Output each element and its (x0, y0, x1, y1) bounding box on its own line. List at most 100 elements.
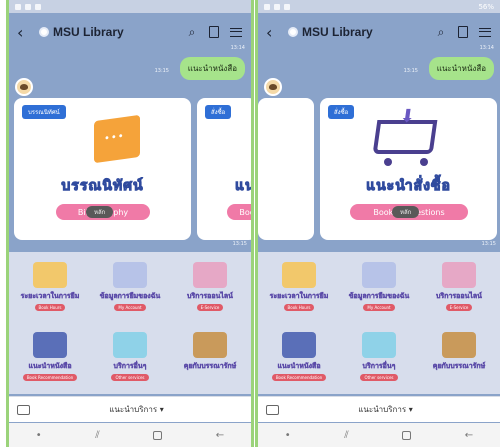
document-icon[interactable] (207, 25, 221, 39)
rich-menu-label: บริการอื่นๆ (362, 362, 396, 370)
card-title: แนะนำสั่งซื้อ (366, 178, 451, 195)
status-right: 56% (478, 2, 494, 11)
phone-screen-left: ‹ MSU Library ⌕ 13:14 13:15 แนะนำหนังสือ… (9, 0, 251, 447)
card-tag: สั่งซื้อ (328, 105, 355, 119)
rich-menu-item[interactable]: ระยะเวลาในการยืม Book Hours (11, 254, 89, 320)
search-icon[interactable]: ⌕ (434, 25, 448, 39)
bot-avatar[interactable] (15, 78, 33, 96)
rich-menu-item[interactable]: ข้อมูลการยืมของฉัน My Account (91, 254, 169, 320)
open-book-icon (33, 332, 67, 358)
back-icon[interactable]: ‹ (17, 23, 33, 42)
system-navbar: • ⫽ ← (9, 423, 251, 447)
carousel-card[interactable]: สั่งซื้อ แนะนำ Boo (197, 98, 251, 240)
rich-menu-item[interactable]: บริการอื่นๆ Other services (340, 324, 418, 390)
rich-menu-toggle[interactable]: แนะนำบริการ ▾ (30, 403, 243, 416)
rich-menu-sub: My Account (363, 304, 395, 311)
rich-menu-item[interactable]: บริการอื่นๆ Other services (91, 324, 169, 390)
card-tag: สั่งซื้อ (205, 105, 232, 119)
timestamp: 13:14 (230, 45, 245, 51)
rich-menu-sub: Other services (360, 374, 398, 381)
rich-menu-item[interactable]: แนะนำหนังสือ Book Recommendation (260, 324, 338, 390)
chat-header: ‹ MSU Library ⌕ (258, 13, 500, 51)
recent-icon[interactable]: ⫽ (344, 430, 348, 441)
home-icon[interactable] (402, 430, 412, 440)
search-icon[interactable]: ⌕ (185, 25, 199, 39)
rich-menu-item[interactable]: บริการออนไลน์ E-Service (420, 254, 498, 320)
rich-menu-sub: Book Recommendation (271, 374, 327, 381)
back-arrow-icon[interactable]: ← (465, 430, 473, 441)
home-icon[interactable] (153, 430, 163, 440)
rich-menu-label: แนะนำหนังสือ (277, 362, 321, 370)
chat-bottom-bar: แนะนำบริการ ▾ (9, 396, 251, 422)
rich-menu-label: แนะนำหนังสือ (28, 362, 72, 370)
rich-menu: ระยะเวลาในการยืม Book Hours ข้อมูลการยืม… (9, 252, 251, 394)
rich-menu-item[interactable]: ระยะเวลาในการยืม Book Hours (260, 254, 338, 320)
recent-icon[interactable]: ⫽ (95, 430, 99, 441)
rich-menu-label: ข้อมูลการยืมของฉัน (348, 292, 410, 300)
chat-header: ‹ MSU Library ⌕ (9, 13, 251, 51)
keyboard-icon[interactable] (266, 404, 279, 415)
rich-menu-label: คุยกับบรรณารักษ์ (432, 362, 486, 370)
rich-menu-label: ระยะเวลาในการยืม (20, 292, 80, 300)
carousel-card[interactable]: สั่งซื้อ แนะนำสั่งซื้อ Book Suggestions … (320, 98, 497, 240)
chat-bottom-bar: แนะนำบริการ ▾ (258, 396, 500, 422)
rich-menu-item[interactable]: คุยกับบรรณารักษ์ (171, 324, 249, 390)
rich-menu-label: บริการออนไลน์ (436, 292, 482, 300)
services-icon (362, 332, 396, 358)
rich-menu-sub: My Account (114, 304, 146, 311)
timestamp: 13:15 (481, 241, 496, 247)
rich-menu-sub: Book Hours (283, 304, 315, 311)
rich-menu-sub: Other services (111, 374, 149, 381)
card-action-button[interactable]: Boo (227, 204, 251, 220)
keyboard-icon[interactable] (17, 404, 30, 415)
rich-menu-sub: E-Service (196, 304, 224, 311)
rich-menu-item[interactable]: บริการออนไลน์ E-Service (171, 254, 249, 320)
lamp-icon (33, 262, 67, 288)
back-icon[interactable]: ‹ (266, 23, 282, 42)
system-navbar: • ⫽ ← (258, 423, 500, 447)
rich-menu-item[interactable]: คุยกับบรรณารักษ์ (420, 324, 498, 390)
rich-menu-item[interactable]: แนะนำหนังสือ Book Recommendation (11, 324, 89, 390)
chat-title: MSU Library (53, 25, 124, 39)
frame-border (251, 0, 254, 447)
rich-menu-label: บริการออนไลน์ (187, 292, 233, 300)
cart-icon (372, 120, 438, 154)
menu-icon[interactable] (229, 25, 243, 39)
menu-icon[interactable] (478, 25, 492, 39)
rich-menu-label: คุยกับบรรณารักษ์ (183, 362, 237, 370)
document-icon[interactable] (456, 25, 470, 39)
book-icon (94, 114, 140, 164)
main-menu-chip[interactable]: หลัก (392, 206, 420, 218)
services-icon (113, 332, 147, 358)
card-tag: บรรณนิทัศน์ (22, 105, 66, 119)
verified-icon (39, 27, 49, 37)
card-title: บรรณนิทัศน์ (61, 178, 144, 195)
dot-icon[interactable]: • (36, 430, 42, 441)
bot-avatar[interactable] (264, 78, 282, 96)
clock-icon (362, 262, 396, 288)
rich-menu-sub: E-Service (445, 304, 473, 311)
rich-menu-label: ข้อมูลการยืมของฉัน (99, 292, 161, 300)
timestamp: 13:15 (232, 241, 247, 247)
carousel-card[interactable] (258, 98, 314, 240)
timestamp: 13:15 (154, 68, 169, 74)
rich-menu-label: บริการอื่นๆ (113, 362, 147, 370)
card-title: แนะนำ (235, 178, 252, 195)
rich-menu-sub: Book Hours (34, 304, 66, 311)
rich-menu-toggle[interactable]: แนะนำบริการ ▾ (279, 403, 492, 416)
rich-menu-item[interactable]: ข้อมูลการยืมของฉัน My Account (340, 254, 418, 320)
chat-title: MSU Library (302, 25, 373, 39)
computer-icon (442, 262, 476, 288)
user-message-bubble: แนะนำหนังสือ (428, 57, 494, 80)
librarian-icon (193, 332, 227, 358)
rich-menu: ระยะเวลาในการยืม Book Hours ข้อมูลการยืม… (258, 252, 500, 394)
main-menu-chip[interactable]: หลัก (86, 206, 114, 218)
dot-icon[interactable]: • (285, 430, 291, 441)
open-book-icon (282, 332, 316, 358)
clock-icon (113, 262, 147, 288)
phone-screen-right: 56% ‹ MSU Library ⌕ 13:14 13:15 แนะนำหนั… (258, 0, 500, 447)
verified-icon (288, 27, 298, 37)
rich-menu-label: ระยะเวลาในการยืม (269, 292, 329, 300)
carousel-card[interactable]: บรรณนิทัศน์ บรรณนิทัศน์ Bibliography หลั… (14, 98, 191, 240)
back-arrow-icon[interactable]: ← (216, 430, 224, 441)
